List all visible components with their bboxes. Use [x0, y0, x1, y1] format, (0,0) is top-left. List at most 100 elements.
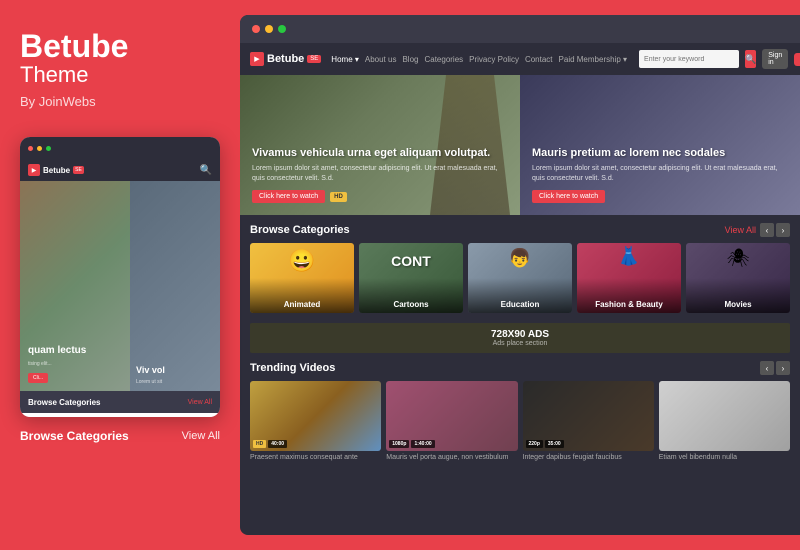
fashion-overlay: Fashion & Beauty — [577, 278, 681, 313]
site-logo-text: Betube — [267, 53, 304, 65]
hero-right-title: Mauris pretium ac lorem nec sodales — [532, 146, 788, 160]
brand-by: By JoinWebs — [20, 94, 220, 109]
browse-header: Browse Categories View All ‹ › — [250, 223, 790, 237]
animated-overlay: Animated — [250, 278, 354, 313]
category-fashion[interactable]: 👗 Fashion & Beauty — [577, 243, 681, 313]
mobile-logo-icon — [28, 164, 40, 176]
education-overlay: Education — [468, 278, 572, 313]
nav-blog[interactable]: Blog — [402, 55, 418, 64]
video-3-res-badge: 220p — [526, 440, 543, 448]
site-logo-icon — [250, 52, 264, 66]
search-button[interactable]: 🔍 — [745, 50, 756, 68]
video-caption-2: Mauris vel porta augue, non vestibulum — [386, 454, 517, 461]
category-movies[interactable]: 🕷 Movies — [686, 243, 790, 313]
search-input[interactable] — [639, 50, 739, 68]
education-icon: 👦 — [509, 248, 531, 269]
browse-controls: View All ‹ › — [725, 223, 790, 237]
browser-dot-yellow — [265, 25, 273, 33]
nav-membership[interactable]: Paid Membership ▾ — [559, 55, 628, 64]
nav-about[interactable]: About us — [365, 55, 397, 64]
hero-right-btn-row: Click here to watch — [532, 190, 788, 203]
video-2-res-badge: 1080p — [389, 440, 409, 448]
category-education[interactable]: 👦 Education — [468, 243, 572, 313]
video-2-badges: 1080p 1:40:00 — [389, 440, 434, 448]
hero-left-title: Vivamus vehicula urna eget aliquam volut… — [252, 146, 508, 160]
video-caption-4: Etiam vel bibendum nulla — [659, 454, 790, 461]
cartoons-icon: CONT — [391, 253, 431, 269]
signin-button[interactable]: Sign in — [762, 49, 788, 69]
ads-banner: 728X90 ADS Ads place section — [250, 323, 790, 353]
hd-badge: HD — [330, 192, 347, 202]
mobile-top-bar — [20, 137, 220, 159]
browse-view-all[interactable]: View All — [725, 225, 756, 235]
mobile-slide-right: Viv vol Lorem ut sit — [130, 181, 220, 391]
video-1-time-badge: 40:00 — [268, 440, 287, 448]
mobile-view-all[interactable]: View All — [188, 399, 212, 406]
site-nav-logo: Betube SE — [250, 52, 321, 66]
ads-subtitle: Ads place section — [493, 340, 548, 347]
trending-next-arrow[interactable]: › — [776, 361, 790, 375]
animated-icon: 😀 — [288, 248, 315, 274]
browse-nav-arrows: ‹ › — [760, 223, 790, 237]
desktop-preview: Betube SE Home ▾ About us Blog Categorie… — [240, 15, 800, 535]
mobile-dot-green — [46, 146, 51, 151]
video-3-badges: 220p 35:00 — [526, 440, 564, 448]
trending-header: Trending Videos ‹ › — [250, 361, 790, 375]
categories-grid: 😀 Animated CONT Cartoons 👦 Education 👗 — [250, 243, 790, 313]
hero-left-text: Lorem ipsum dolor sit amet, consectetur … — [252, 164, 508, 184]
category-animated[interactable]: 😀 Animated — [250, 243, 354, 313]
mobile-slide-right-text: Lorem ut sit — [136, 379, 214, 386]
site-nav: Betube SE Home ▾ About us Blog Categorie… — [240, 43, 800, 75]
fashion-label: Fashion & Beauty — [595, 300, 663, 309]
browse-next-arrow[interactable]: › — [776, 223, 790, 237]
mobile-slide-btn[interactable]: Cli... — [28, 373, 48, 383]
mobile-slide-title: quam lectus — [28, 345, 122, 357]
nav-categories[interactable]: Categories — [424, 55, 463, 64]
mobile-search-icon[interactable]: 🔍 — [200, 165, 212, 176]
mobile-preview: Betube SE 🔍 quam lectus tising elit... C… — [20, 137, 220, 417]
mobile-browse-categories: Browse Categories — [28, 398, 100, 407]
video-card-1[interactable]: HD 40:00 — [250, 381, 381, 451]
browse-categories-label: Browse Categories — [20, 429, 129, 443]
browser-dot-green — [278, 25, 286, 33]
video-card-2[interactable]: 1080p 1:40:00 — [386, 381, 517, 451]
trending-grid: HD 40:00 1080p 1:40:00 220p 35:00 — [250, 381, 790, 451]
hero-right: Mauris pretium ac lorem nec sodales Lore… — [520, 75, 800, 215]
hero-left-btn[interactable]: Click here to watch — [252, 190, 325, 203]
mobile-content: quam lectus tising elit... Cli... Viv vo… — [20, 181, 220, 391]
trending-section: Trending Videos ‹ › HD 40:00 1080p 1:40:… — [240, 357, 800, 535]
education-label: Education — [501, 300, 540, 309]
category-cartoons[interactable]: CONT Cartoons — [359, 243, 463, 313]
mobile-slide-right-title: Viv vol — [136, 365, 214, 376]
hero-left: Vivamus vehicula urna eget aliquam volut… — [240, 75, 520, 215]
upload-button[interactable]: Upload Video — [794, 53, 800, 66]
video-card-4[interactable] — [659, 381, 790, 451]
brand-title: Betube — [20, 30, 220, 62]
animated-label: Animated — [284, 300, 320, 309]
brand-subtitle: Theme — [20, 62, 220, 88]
mobile-slide-left: quam lectus tising elit... Cli... — [20, 181, 130, 391]
left-panel: Betube Theme By JoinWebs Betube SE 🔍 qua… — [0, 0, 240, 550]
hero-right-btn[interactable]: Click here to watch — [532, 190, 605, 203]
browse-prev-arrow[interactable]: ‹ — [760, 223, 774, 237]
mobile-footer: Browse Categories View All — [20, 391, 220, 413]
nav-home[interactable]: Home ▾ — [331, 55, 359, 64]
hero-section: Vivamus vehicula urna eget aliquam volut… — [240, 75, 800, 215]
movies-label: Movies — [724, 300, 751, 309]
mobile-dot-yellow — [37, 146, 42, 151]
trending-prev-arrow[interactable]: ‹ — [760, 361, 774, 375]
mobile-nav: Betube SE 🔍 — [20, 159, 220, 181]
video-caption-1: Praesent maximus consequat ante — [250, 454, 381, 461]
browse-title: Browse Categories — [250, 224, 350, 236]
nav-privacy[interactable]: Privacy Policy — [469, 55, 519, 64]
nav-contact[interactable]: Contact — [525, 55, 553, 64]
hero-left-btn-row: Click here to watch HD — [252, 190, 508, 203]
video-captions: Praesent maximus consequat ante Mauris v… — [250, 454, 790, 461]
movies-icon: 🕷 — [727, 248, 750, 269]
video-card-3[interactable]: 220p 35:00 — [523, 381, 654, 451]
movies-overlay: Movies — [686, 278, 790, 313]
view-all-label[interactable]: View All — [182, 430, 220, 442]
video-caption-3: Integer dapibus feugiat faucibus — [523, 454, 654, 461]
browser-dot-red — [252, 25, 260, 33]
mobile-nav-badge: SE — [73, 166, 84, 174]
